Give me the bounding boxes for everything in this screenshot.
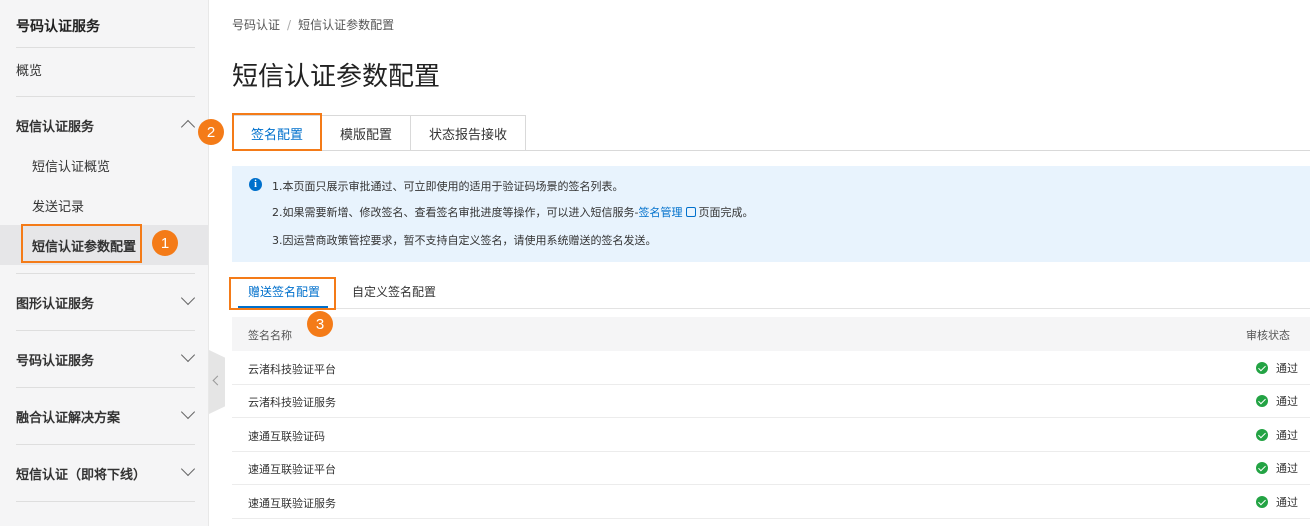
sidebar-group-label: 号码认证服务 [16, 353, 95, 369]
divider [16, 96, 195, 97]
chevron-down-icon [180, 404, 196, 420]
subtab-bar: 赠送签名配置 自定义签名配置 [232, 277, 1310, 309]
highlight-box-1 [21, 224, 142, 263]
chevron-down-icon [180, 461, 196, 477]
status-text: 通过 [1276, 496, 1298, 509]
breadcrumb: 号码认证 / 短信认证参数配置 [232, 16, 394, 33]
sidebar-group-label: 融合认证解决方案 [16, 410, 121, 426]
sidebar-group-label: 短信认证（即将下线） [16, 467, 147, 483]
status-text: 通过 [1276, 429, 1298, 442]
main-content: 号码认证 / 短信认证参数配置 短信认证参数配置 签名配置 模版配置 状态报告接收 … [232, 0, 1310, 526]
breadcrumb-root[interactable]: 号码认证 [232, 18, 280, 32]
review-status: 通过 [1256, 360, 1298, 376]
check-circle-icon [1256, 462, 1268, 474]
table-row: 速通互联验证服务 通过 [232, 485, 1310, 519]
review-status: 通过 [1256, 427, 1298, 443]
highlight-box-3 [229, 277, 336, 310]
header-review-status: 审核状态 [1246, 329, 1290, 342]
header-signature-name: 签名名称 [248, 329, 292, 342]
divider [16, 273, 195, 274]
divider [16, 47, 195, 48]
signature-name: 速通互联验证码 [248, 430, 325, 443]
sidebar-group-fusion[interactable]: 融合认证解决方案 [0, 396, 208, 436]
tab-status-report[interactable]: 状态报告接收 [410, 115, 526, 151]
sidebar: 号码认证服务 概览 短信认证服务 短信认证概览 发送记录 短信认证参数配置 图形… [0, 0, 209, 526]
signature-management-link[interactable]: 签名管理 [638, 206, 682, 219]
table-row: 云渚科技验证平台 通过 [232, 351, 1310, 385]
signature-name: 云渚科技验证平台 [248, 363, 336, 376]
chevron-left-icon [212, 375, 223, 386]
check-circle-icon [1256, 496, 1268, 508]
sidebar-collapse-handle[interactable] [209, 350, 225, 414]
sidebar-group-label: 图形认证服务 [16, 296, 95, 312]
step-badge-2: 2 [198, 119, 224, 145]
sidebar-item-overview[interactable]: 概览 [0, 49, 208, 89]
status-text: 通过 [1276, 395, 1298, 408]
table-row: 速通互联验证平台 通过 [232, 451, 1310, 485]
review-status: 通过 [1256, 393, 1298, 409]
external-link-icon[interactable] [686, 207, 697, 217]
check-circle-icon [1256, 362, 1268, 374]
notice-line-2-prefix: 2.如果需要新增、修改签名、查看签名审批进度等操作，可以进入短信服务- [272, 206, 639, 219]
signature-name: 云渚科技验证服务 [248, 396, 336, 409]
divider [16, 330, 195, 331]
review-status: 通过 [1256, 494, 1298, 510]
signature-name: 速通互联验证服务 [248, 497, 336, 510]
status-text: 通过 [1276, 362, 1298, 375]
table-header: 签名名称 审核状态 [232, 317, 1310, 351]
highlight-box-2 [232, 113, 322, 151]
divider [16, 444, 195, 445]
chevron-up-icon [180, 119, 196, 135]
step-badge-1: 1 [152, 230, 178, 256]
tab-template-config[interactable]: 模版配置 [321, 115, 411, 151]
subtab-custom-signature[interactable]: 自定义签名配置 [352, 283, 436, 300]
tab-bar: 签名配置 模版配置 状态报告接收 [232, 115, 1310, 151]
review-status: 通过 [1256, 460, 1298, 476]
table-row: 速通互联验证码 通过 [232, 418, 1310, 452]
notice-line-2: 2.如果需要新增、修改签名、查看签名审批进度等操作，可以进入短信服务-签名管理 页… [272, 204, 753, 220]
status-text: 通过 [1276, 462, 1298, 475]
table-row: 云渚科技验证服务 通过 [232, 384, 1310, 418]
chevron-down-icon [180, 290, 196, 306]
notice-line-3: 3.因运营商政策管控要求，暂不支持自定义签名，请使用系统赠送的签名发送。 [272, 234, 657, 247]
sidebar-group-number[interactable]: 号码认证服务 [0, 339, 208, 379]
chevron-down-icon [180, 347, 196, 363]
notice-line-1: 1.本页面只展示审批通过、可立即使用的适用于验证码场景的签名列表。 [272, 180, 624, 193]
signature-name: 速通互联验证平台 [248, 463, 336, 476]
sidebar-item-send-records[interactable]: 发送记录 [0, 185, 208, 225]
sidebar-item-sms-overview[interactable]: 短信认证概览 [0, 145, 208, 185]
breadcrumb-current: 短信认证参数配置 [298, 18, 395, 32]
info-icon: i [249, 178, 262, 191]
sidebar-group-sms[interactable]: 短信认证服务 [0, 105, 208, 145]
notice-line-2-suffix: 页面完成。 [698, 206, 754, 219]
check-circle-icon [1256, 395, 1268, 407]
breadcrumb-separator: / [287, 18, 292, 32]
check-circle-icon [1256, 429, 1268, 441]
sidebar-group-graphic[interactable]: 图形认证服务 [0, 282, 208, 322]
page-title: 短信认证参数配置 [232, 62, 441, 92]
divider [16, 501, 195, 502]
step-badge-3: 3 [307, 311, 333, 337]
sidebar-title: 号码认证服务 [16, 19, 100, 35]
divider [16, 387, 195, 388]
sidebar-group-sms-legacy[interactable]: 短信认证（即将下线） [0, 453, 208, 493]
sidebar-group-label: 短信认证服务 [16, 119, 95, 135]
info-notice: i 1.本页面只展示审批通过、可立即使用的适用于验证码场景的签名列表。 2.如果… [232, 166, 1310, 262]
